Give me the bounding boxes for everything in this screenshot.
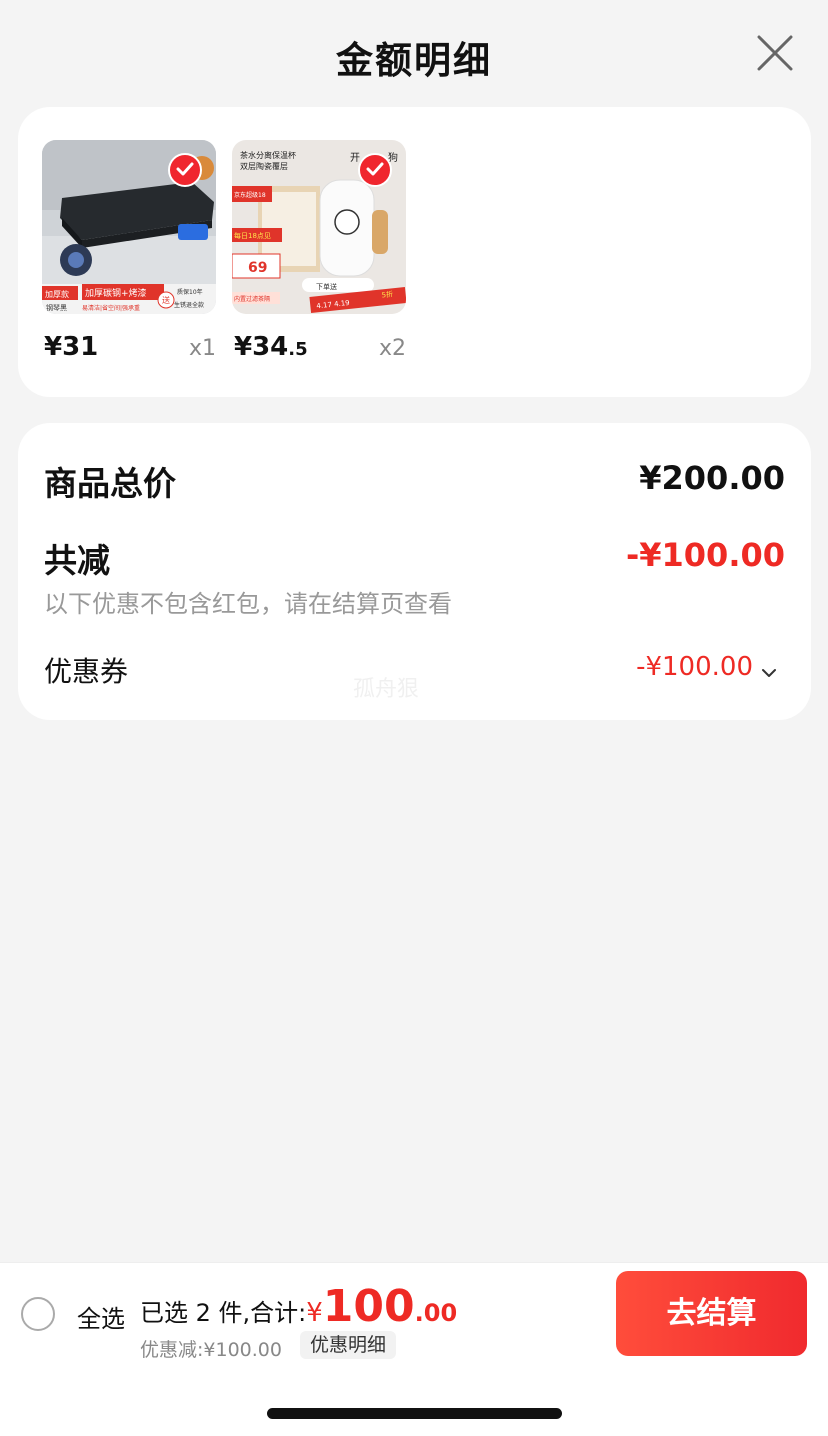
total-price-value: ¥200.00 [639,459,785,497]
thumb-text: 质保10年 [177,288,203,296]
thumb-text: 加厚款 [45,289,69,299]
thumb-text: 69 [248,260,267,276]
discount-note: 以下优惠不包含红包，请在结算页查看 [44,590,452,618]
watermark: 孤舟狠 [353,677,420,702]
chevron-down-icon[interactable] [761,663,777,677]
product-price: ¥31 [44,332,99,362]
selected-count-text: 已选 2 件,合计: [140,1299,307,1327]
select-all-label[interactable]: 全选 [77,1299,125,1334]
currency-symbol: ¥ [306,1298,323,1328]
total-price-label: 商品总价 [44,464,176,503]
thumb-text: 下单送 [316,282,337,291]
coupon-label[interactable]: 优惠券 [44,650,128,690]
thumb-text: 钢琴黑 [46,303,67,312]
selected-products-card: 加厚款 钢琴黑 加厚碳钢+烤漆 易清洁|省空间|强承重 送 质保10年 生锈退全… [18,107,811,397]
product-image[interactable]: 加厚款 钢琴黑 加厚碳钢+烤漆 易清洁|省空间|强承重 送 质保10年 生锈退全… [42,140,216,314]
thumb-text: 加厚碳钢+烤漆 [85,287,147,299]
thumb-text: 生锈退全款 [174,301,204,309]
thumb-text: 每日18点见 [234,231,271,240]
total-reduction-label: 共减 [44,541,110,580]
discount-amount-text: 优惠减:¥100.00 [140,1339,282,1361]
product-item[interactable]: 茶水分离保温杯 双层陶瓷覆层 开 狗 京东超级18 每日18点见 69 内置过滤… [232,140,406,368]
product-price: ¥34.5 [234,332,308,362]
total-amount-integer: 100 [322,1281,415,1332]
product-image[interactable]: 茶水分离保温杯 双层陶瓷覆层 开 狗 京东超级18 每日18点见 69 内置过滤… [232,140,406,314]
home-indicator[interactable] [267,1408,562,1419]
checkout-bar: 全选 已选 2 件,合计:¥100.00 优惠减:¥100.00 优惠明细 去结… [0,1262,828,1363]
product-item[interactable]: 加厚款 钢琴黑 加厚碳钢+烤漆 易清洁|省空间|强承重 送 质保10年 生锈退全… [42,140,216,368]
checkout-button[interactable]: 去结算 [616,1271,807,1356]
selected-check-icon[interactable] [168,153,202,187]
thumb-text: 5折 [381,289,393,299]
coupon-value[interactable]: -¥100.00 [636,652,753,682]
product-quantity: x2 [378,336,406,361]
selected-check-icon[interactable] [358,153,392,187]
select-all-radio[interactable] [21,1297,55,1331]
thumb-text: 内置过滤茶隔 [234,295,270,303]
selected-total: 已选 2 件,合计:¥100.00 [140,1281,457,1332]
discount-detail-button[interactable]: 优惠明细 [300,1331,397,1359]
thumb-text: 送 [162,295,170,305]
amount-detail-sheet: 金额明细 加厚款 钢琴黑 加厚碳钢+烤漆 易清洁|省空间|强承重 送 质保10年… [0,0,828,1436]
total-reduction-value: -¥100.00 [625,536,785,574]
thumb-text: 易清洁|省空间|强承重 [82,304,140,312]
close-icon[interactable] [757,35,793,71]
total-amount-decimal: .00 [414,1299,458,1327]
thumb-text: 双层陶瓷覆层 [240,161,288,171]
price-summary-card: 商品总价 ¥200.00 共减 -¥100.00 以下优惠不包含红包，请在结算页… [18,423,811,720]
thumb-text: 京东超级18 [234,191,266,199]
thumb-text: 茶水分离保温杯 [240,150,296,160]
home-indicator-area [0,1363,828,1436]
product-quantity: x1 [188,336,216,361]
page-title: 金额明细 [336,39,492,82]
